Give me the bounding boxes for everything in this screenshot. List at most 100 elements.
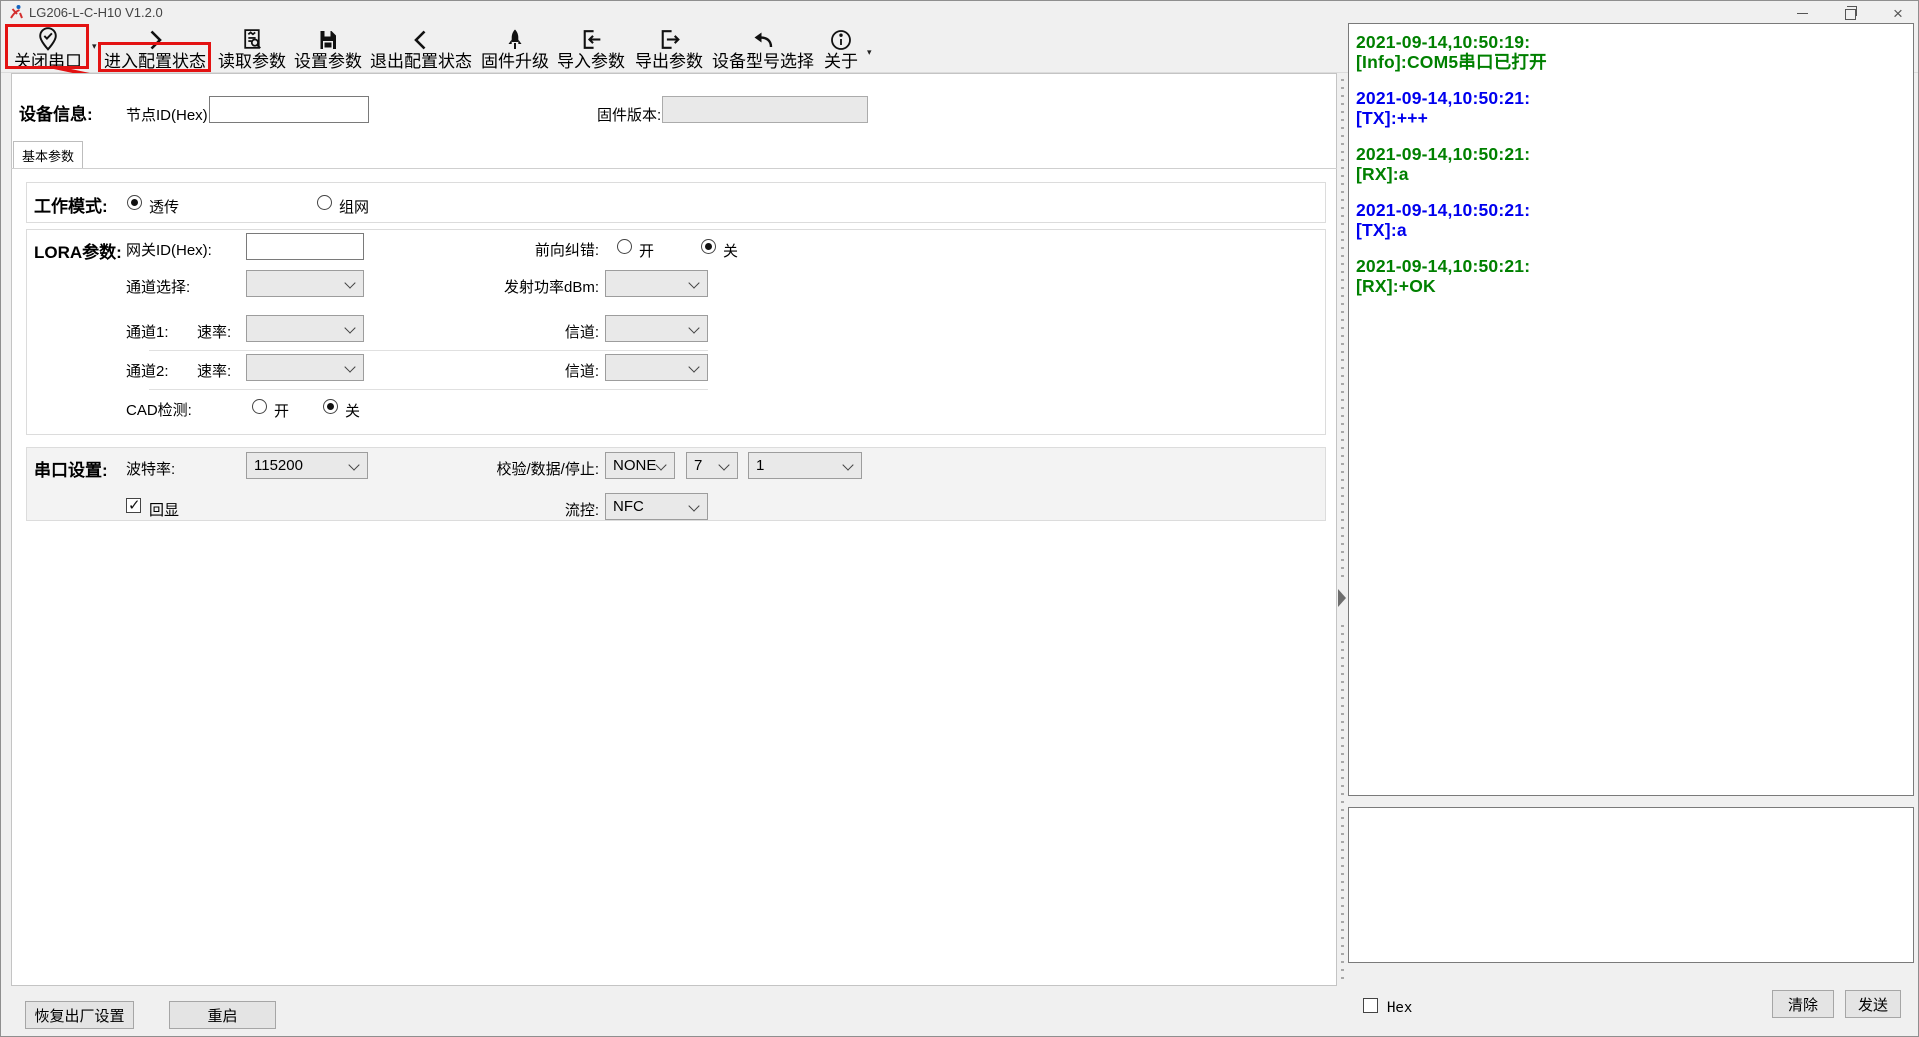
baud-label: 波特率: <box>126 458 175 479</box>
firmware-version-input <box>662 96 868 123</box>
radio-mode-network[interactable] <box>317 195 332 210</box>
gateway-id-input[interactable] <box>246 233 364 260</box>
clear-button[interactable]: 清除 <box>1772 990 1834 1018</box>
radio-cad-on[interactable] <box>252 399 267 414</box>
toolbar-button-export-params[interactable]: 导出参数 <box>634 25 704 71</box>
cad-label: CAD检测: <box>126 399 192 420</box>
toolbar-button-about[interactable]: 关于 <box>823 25 859 71</box>
radio-fec-on-label: 开 <box>639 240 654 261</box>
channel-select-label: 通道选择: <box>126 276 190 297</box>
chevron-down-icon <box>718 459 729 470</box>
radio-cad-off-label: 关 <box>345 400 360 421</box>
parity-data-stop-label: 校验/数据/停止: <box>379 458 599 479</box>
undo-arrow-icon <box>751 25 775 52</box>
toolbar-label: 导出参数 <box>635 53 703 71</box>
work-mode-section-label: 工作模式: <box>34 192 108 217</box>
chevron-down-icon <box>688 500 699 511</box>
toolbar-button-enter-config[interactable]: 进入配置状态 <box>101 25 209 71</box>
rate2-combo[interactable] <box>246 354 364 381</box>
app-logo-icon <box>8 4 24 20</box>
chevron-down-icon <box>688 277 699 288</box>
serial-log[interactable]: 2021-09-14,10:50:19:[Info]:COM5串口已打开2021… <box>1348 23 1914 796</box>
echo-label: 回显 <box>149 499 179 520</box>
send-message-textarea[interactable] <box>1348 807 1914 963</box>
chevron-right-icon <box>143 25 167 52</box>
firmware-version-label: 固件版本: <box>597 104 661 125</box>
rate1-label: 速率: <box>197 321 231 342</box>
close-icon: × <box>1893 5 1903 22</box>
flow-control-combo[interactable]: NFC <box>605 493 708 520</box>
chevron-down-icon <box>842 459 853 470</box>
channel1-freq-combo[interactable] <box>605 315 708 342</box>
log-entry: 2021-09-14,10:50:21:[TX]:a <box>1356 200 1906 240</box>
splitter-collapse-icon[interactable] <box>1338 589 1346 607</box>
toolbar-button-firmware-upgrade[interactable]: 固件升级 <box>480 25 550 71</box>
rocket-icon <box>503 25 527 52</box>
channel1-label: 通道1: <box>126 321 169 342</box>
node-id-input[interactable] <box>209 96 369 123</box>
factory-reset-button[interactable]: 恢复出厂设置 <box>25 1001 134 1029</box>
toolbar-button-set-params[interactable]: 设置参数 <box>293 25 363 71</box>
radio-fec-on[interactable] <box>617 239 632 254</box>
toolbar-button-read-params[interactable]: 读取参数 <box>217 25 287 71</box>
echo-checkbox[interactable] <box>126 498 141 513</box>
toolbar-label: 设置参数 <box>294 53 362 71</box>
hex-label: Hex <box>1387 1000 1412 1016</box>
radio-mode-transparent-label: 透传 <box>149 196 179 217</box>
hex-checkbox[interactable] <box>1363 998 1378 1013</box>
parity-combo[interactable]: NONE <box>605 452 675 479</box>
radio-cad-on-label: 开 <box>274 400 289 421</box>
import-icon <box>579 25 604 52</box>
toolbar-button-close-serial[interactable]: 关闭串口 <box>7 25 89 71</box>
gateway-id-label: 网关ID(Hex): <box>126 239 212 260</box>
toolbar-label: 进入配置状态 <box>104 53 206 71</box>
toolbar-button-device-model-select[interactable]: 设备型号选择 <box>711 25 815 71</box>
log-entry: 2021-09-14,10:50:21:[RX]:a <box>1356 144 1906 184</box>
toolbar-label: 读取参数 <box>218 53 286 71</box>
radio-fec-off-label: 关 <box>723 240 738 261</box>
splitter-dots <box>1341 625 1344 980</box>
lora-section-label: LORA参数: <box>34 238 122 263</box>
close-button[interactable]: × <box>1875 1 1919 25</box>
channel2-label: 通道2: <box>126 360 169 381</box>
channel2-freq-combo[interactable] <box>605 354 708 381</box>
chevron-down-icon <box>688 322 699 333</box>
title-bar: LG206-L-C-H10 V1.2.0 × <box>1 1 1918 23</box>
export-icon <box>657 25 682 52</box>
radio-cad-off[interactable] <box>323 399 338 414</box>
fec-label: 前向纠错: <box>379 239 599 260</box>
work-mode-groupbox <box>26 182 1326 223</box>
flow-control-label: 流控: <box>379 499 599 520</box>
toolbar-label: 固件升级 <box>481 53 549 71</box>
radio-fec-off[interactable] <box>701 239 716 254</box>
restart-button[interactable]: 重启 <box>169 1001 276 1029</box>
tab-basic-params[interactable]: 基本参数 <box>13 141 83 169</box>
splitter-dots <box>1341 79 1344 579</box>
radio-mode-transparent[interactable] <box>127 195 142 210</box>
row-separator <box>149 350 708 351</box>
dropdown-caret-icon[interactable]: ▾ <box>92 41 97 52</box>
data-bits-combo[interactable]: 7 <box>686 452 738 479</box>
row-separator <box>149 389 708 390</box>
dropdown-caret-icon[interactable]: ▾ <box>867 47 872 58</box>
toolbar-button-import-params[interactable]: 导入参数 <box>556 25 626 71</box>
toolbar-label: 关闭串口 <box>14 53 82 71</box>
window-title: LG206-L-C-H10 V1.2.0 <box>29 5 163 20</box>
minimize-button[interactable] <box>1779 1 1825 25</box>
stop-bits-combo[interactable]: 1 <box>748 452 862 479</box>
rate1-combo[interactable] <box>246 315 364 342</box>
send-button[interactable]: 发送 <box>1845 990 1901 1018</box>
tab-label: 基本参数 <box>22 146 74 165</box>
radio-mode-network-label: 组网 <box>339 196 369 217</box>
log-entry: 2021-09-14,10:50:21:[TX]:+++ <box>1356 88 1906 128</box>
rate2-label: 速率: <box>197 360 231 381</box>
baud-combo[interactable]: 115200 <box>246 452 368 479</box>
chevron-down-icon <box>344 361 355 372</box>
device-info-section-label: 设备信息: <box>19 100 93 125</box>
panel-splitter[interactable] <box>1337 73 1348 986</box>
tx-power-combo[interactable] <box>605 270 708 297</box>
toolbar-button-exit-config[interactable]: 退出配置状态 <box>369 25 473 71</box>
restore-button[interactable] <box>1827 1 1873 25</box>
minimize-icon <box>1797 13 1808 14</box>
channel-select-combo[interactable] <box>246 270 364 297</box>
